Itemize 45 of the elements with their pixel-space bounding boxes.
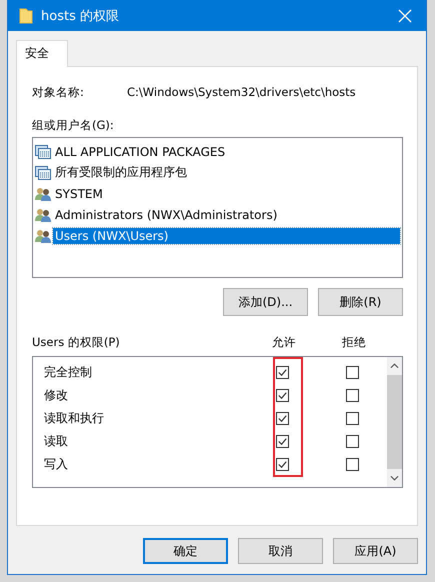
scroll-down-icon[interactable] (390, 475, 399, 481)
group-name[interactable]: Administrators (NWX\Administrators) (53, 206, 280, 222)
deny-checkbox[interactable] (346, 412, 358, 425)
group-name[interactable]: 所有受限制的应用程序包 (53, 163, 189, 182)
allow-checkbox[interactable] (276, 366, 288, 379)
permission-name: 读取 (44, 433, 69, 450)
allow-checkbox[interactable] (276, 389, 288, 402)
tab[interactable]: 安全 (16, 40, 68, 67)
users-icon (35, 228, 51, 242)
deny-checkbox[interactable] (346, 389, 358, 402)
allow-checkbox[interactable] (276, 458, 288, 471)
dialog-button[interactable]: 确定 (143, 538, 228, 564)
object-name-label: 对象名称: (32, 85, 85, 100)
add-button[interactable]: 添加(D)... (223, 288, 308, 316)
deny-checkbox[interactable] (346, 435, 358, 448)
dialog-button[interactable]: 取消 (238, 538, 323, 564)
close-icon[interactable] (398, 8, 412, 22)
scroll-up-icon[interactable] (390, 363, 399, 369)
window-title: hosts 的权限 (41, 8, 120, 24)
group-list[interactable]: ALL APPLICATION PACKAGES 所有受限制的应用程序包 SYSTEM Administrators (NWX\Administrators) Users (NWX\Users) (32, 137, 403, 278)
package-icon (35, 166, 51, 180)
group-name[interactable]: Users (NWX\Users) (53, 228, 400, 244)
permission-name: 写入 (44, 456, 69, 473)
users-icon (35, 186, 51, 200)
dialog-button[interactable]: 应用(A) (333, 538, 418, 564)
deny-checkbox[interactable] (346, 366, 358, 379)
remove-button[interactable]: 删除(R) (318, 288, 403, 316)
permission-name: 读取和执行 (44, 410, 105, 427)
permission-name: 完全控制 (44, 364, 93, 381)
permission-name: 修改 (44, 387, 69, 404)
scrollbar[interactable] (387, 357, 402, 487)
object-path: C:\Windows\System32\drivers\etc\hosts (127, 85, 356, 100)
column-header: 拒绝 (341, 335, 367, 350)
package-icon (35, 144, 51, 158)
scroll-thumb[interactable] (387, 375, 402, 469)
folder-icon (19, 8, 33, 24)
column-header: 允许 (271, 335, 297, 350)
group-name[interactable]: ALL APPLICATION PACKAGES (53, 144, 228, 160)
permissions-label: Users 的权限(P) (32, 335, 121, 350)
allow-checkbox[interactable] (276, 412, 288, 425)
groups-label: 组或用户名(G): (32, 118, 115, 133)
users-icon (35, 208, 51, 222)
deny-checkbox[interactable] (346, 458, 358, 471)
group-name[interactable]: SYSTEM (53, 186, 105, 202)
allow-checkbox[interactable] (276, 435, 288, 448)
